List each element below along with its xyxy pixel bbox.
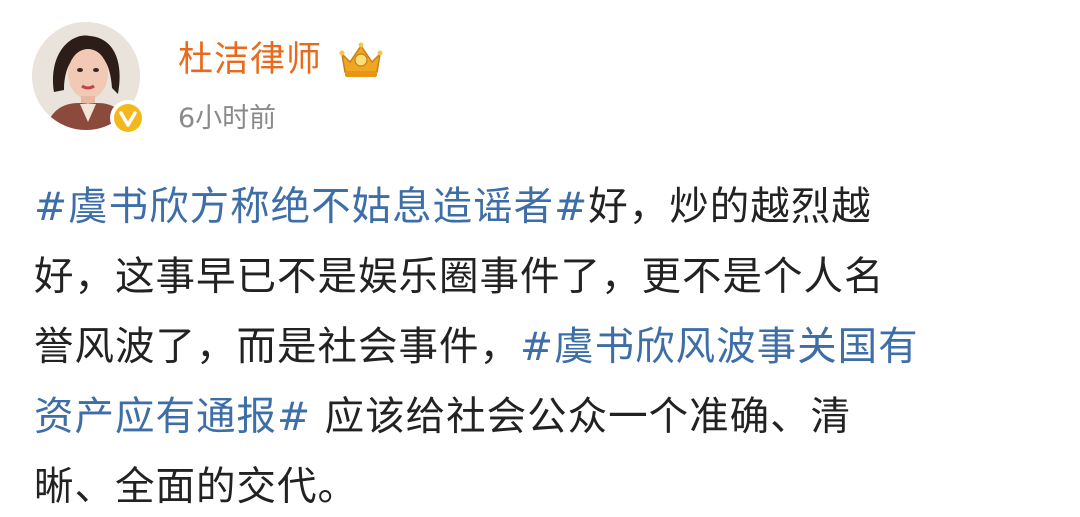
avatar[interactable] (32, 22, 146, 136)
post-text-line: 好，这事早已不是娱乐圈事件了，更不是个人名 (34, 242, 1044, 312)
post-text: 晰、全面的交代。 (34, 464, 358, 510)
post-text-line: 誉风波了，而是社会事件，#虞书欣风波事关国有 (34, 312, 1044, 382)
post-header: 杜洁律师 6小时前 (32, 22, 1032, 142)
post-text-line: 晰、全面的交代。 (34, 452, 1044, 517)
post-text: 应该给社会公众一个准确、清 (311, 394, 852, 440)
weibo-post: 杜洁律师 6小时前 #虞书欣方称绝不姑息造谣者#好，炒的越烈越好，这事早已不是娱… (0, 0, 1080, 517)
hashtag-link[interactable]: #虞书欣方称绝不姑息造谣者# (34, 184, 588, 230)
post-text: 誉风波了，而是社会事件， (34, 324, 520, 370)
post-text-line: 资产应有通报# 应该给社会公众一个准确、清 (34, 382, 1044, 452)
post-text-line: #虞书欣方称绝不姑息造谣者#好，炒的越烈越 (34, 172, 1044, 242)
hashtag-link[interactable]: 资产应有通报# (34, 394, 311, 440)
author-row: 杜洁律师 (178, 36, 386, 84)
verified-v-icon (110, 100, 146, 136)
crown-vip-icon[interactable] (336, 40, 386, 80)
author-name[interactable]: 杜洁律师 (178, 42, 322, 78)
post-text: 好，这事早已不是娱乐圈事件了，更不是个人名 (34, 254, 885, 300)
post-timestamp: 6小时前 (178, 103, 277, 134)
hashtag-link[interactable]: #虞书欣风波事关国有 (520, 324, 919, 370)
post-text: 好，炒的越烈越 (588, 184, 872, 230)
post-content: #虞书欣方称绝不姑息造谣者#好，炒的越烈越好，这事早已不是娱乐圈事件了，更不是个… (34, 172, 1044, 517)
